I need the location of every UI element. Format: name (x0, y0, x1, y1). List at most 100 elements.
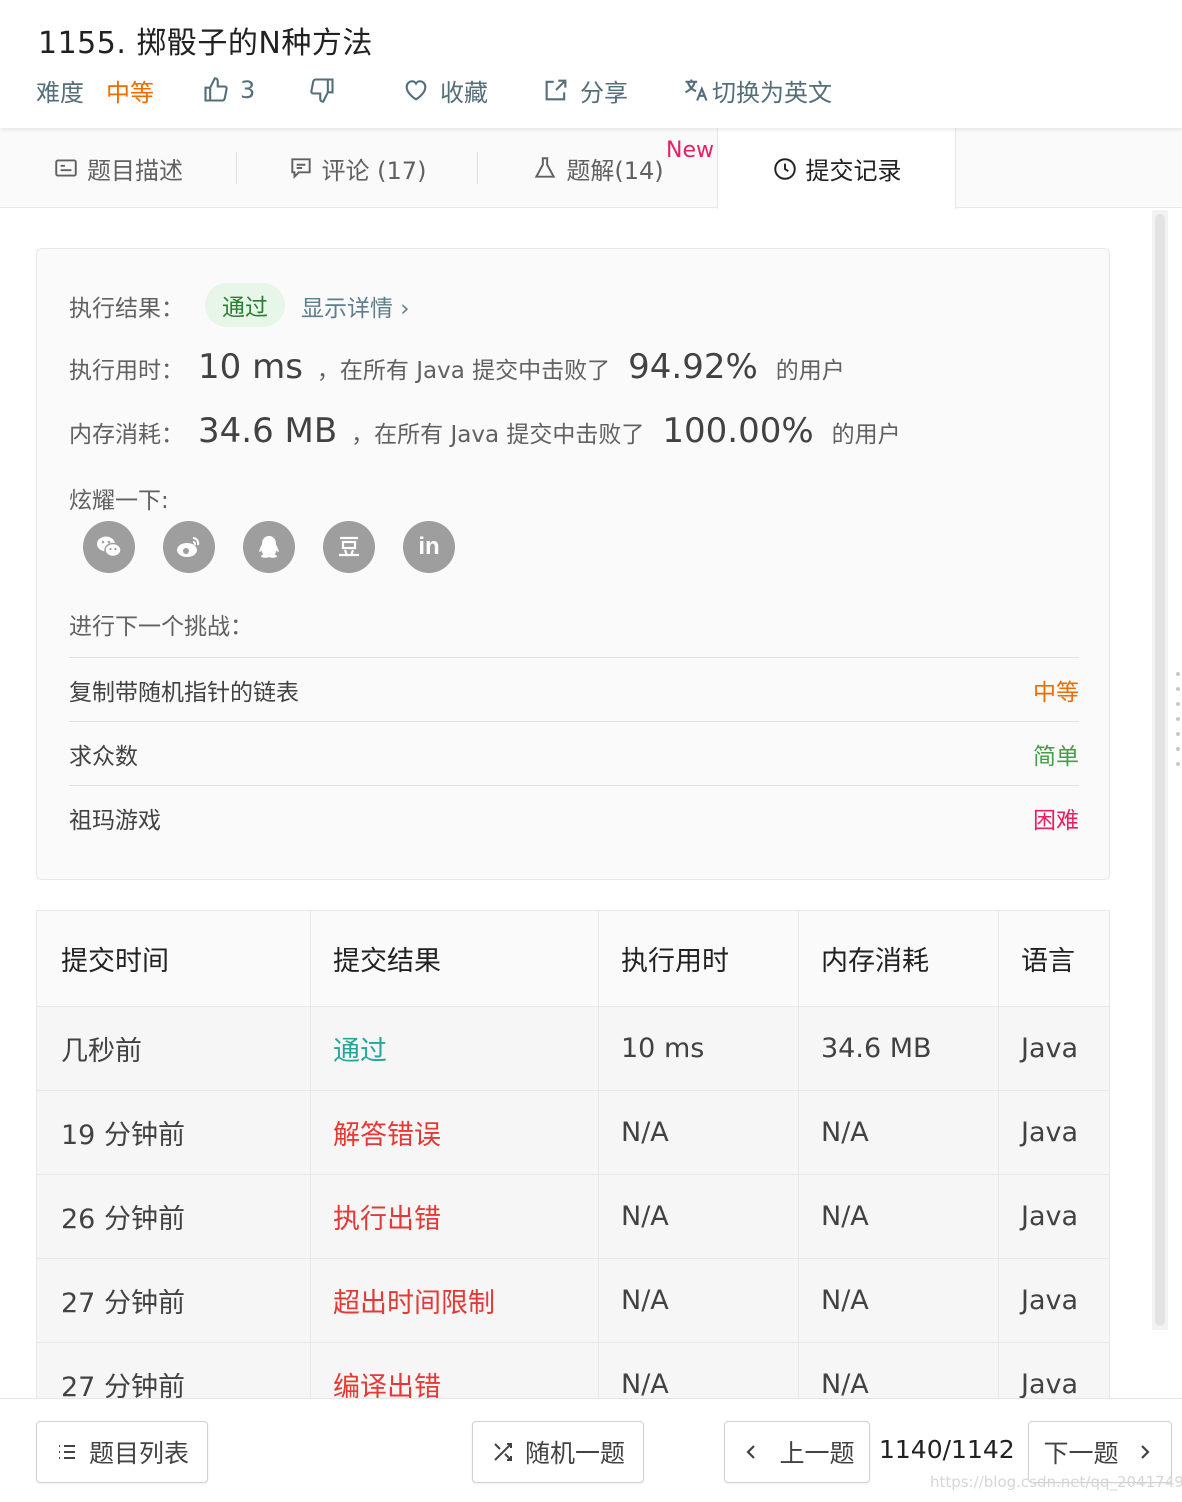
like-button[interactable]: 3 (202, 72, 255, 108)
runtime-suffix: 的用户 (775, 358, 845, 384)
status-badge: 通过 (205, 283, 285, 327)
submit-result-link[interactable]: 执行出错 (311, 1175, 599, 1258)
comment-icon (290, 158, 311, 180)
table-row: 26 分钟前 执行出错 N/A N/A Java (37, 1175, 1109, 1259)
previous-problem-label: 上一题 (779, 1439, 855, 1468)
table-header: 提交时间 提交结果 执行用时 内存消耗 语言 (37, 911, 1109, 1007)
tab-description[interactable]: 题目描述 (0, 128, 236, 208)
translate-icon (685, 79, 708, 101)
problem-list-label: 题目列表 (88, 1439, 189, 1468)
submit-result-link[interactable]: 解答错误 (311, 1091, 599, 1174)
dislike-button[interactable] (308, 72, 346, 108)
weibo-icon[interactable] (163, 521, 215, 573)
submit-language: Java (1021, 1285, 1079, 1316)
challenge-item[interactable]: 祖玛游戏 困难 (69, 785, 1079, 849)
thumbs-down-icon (310, 78, 334, 103)
header-submit-time: 提交时间 (37, 911, 311, 1006)
runtime-description: ，在所有 Java 提交中击败了 (316, 358, 611, 384)
table-row: 几秒前 通过 10 ms 34.6 MB Java (37, 1007, 1109, 1091)
problem-list-button[interactable]: 题目列表 (36, 1421, 208, 1483)
thumbs-up-icon (204, 77, 228, 102)
new-badge: New (666, 138, 714, 163)
challenge-level: 简单 (1033, 743, 1079, 770)
submit-memory: N/A (799, 1091, 999, 1174)
share-buttons: in (83, 521, 483, 573)
submit-result-link[interactable]: 超出时间限制 (311, 1259, 599, 1342)
switch-language-button[interactable]: 切换为英文 (682, 72, 832, 108)
next-problem-label: 下一题 (1043, 1439, 1119, 1468)
challenge-item[interactable]: 求众数 简单 (69, 721, 1079, 785)
share-label: 炫耀一下: (69, 488, 169, 514)
runtime-value: 10 ms (198, 347, 303, 387)
linkedin-icon[interactable]: in (403, 521, 455, 573)
problem-title: 1155. 掷骰子的N种方法 (38, 26, 373, 61)
share-icon (545, 79, 567, 101)
show-details-link[interactable]: 显示详情 › (301, 289, 410, 323)
memory-suffix: 的用户 (831, 422, 901, 448)
qq-icon[interactable] (243, 521, 295, 573)
runtime-label: 执行用时： (69, 358, 184, 384)
submit-memory: 34.6 MB (799, 1007, 999, 1090)
problem-header: 1155. 掷骰子的N种方法 难度 中等 3 收藏 分享 切换为英文 (0, 0, 1182, 128)
challenge-name: 复制带随机指针的链表 (69, 679, 299, 706)
favorite-label: 收藏 (440, 78, 488, 107)
table-row: 27 分钟前 超出时间限制 N/A N/A Java (37, 1259, 1109, 1343)
submit-time: 27 分钟前 (37, 1259, 311, 1342)
next-challenge-label: 进行下一个挑战： (69, 614, 253, 640)
problem-pager: 1140/1142 (879, 1435, 1015, 1464)
header-runtime: 执行用时 (599, 911, 799, 1006)
watermark: https://blog.csdn.net/qq_20417499 (930, 1473, 1182, 1491)
challenge-name: 祖玛游戏 (69, 807, 161, 834)
submit-result-link[interactable]: 通过 (311, 1007, 599, 1090)
tab-solutions-label: 题解(14) (566, 156, 664, 185)
challenge-level: 中等 (1033, 679, 1079, 706)
challenge-item[interactable]: 复制带随机指针的链表 中等 (69, 657, 1079, 721)
memory-label: 内存消耗： (69, 422, 184, 448)
header-language: 语言 (1021, 946, 1075, 977)
submissions-table: 提交时间 提交结果 执行用时 内存消耗 语言 几秒前 通过 10 ms 34.6… (36, 910, 1110, 1427)
problem-tabs: 题目描述 评论 (17) 题解(14) 提交记录 (0, 128, 1182, 209)
wechat-icon[interactable] (83, 521, 135, 573)
submit-runtime: N/A (599, 1259, 799, 1342)
shuffle-icon (494, 1443, 512, 1461)
submit-language: Java (1021, 1033, 1079, 1064)
submit-memory: N/A (799, 1259, 999, 1342)
submit-memory: N/A (799, 1175, 999, 1258)
clock-icon (773, 157, 796, 180)
tab-description-label: 题目描述 (87, 156, 183, 185)
difficulty: 难度 中等 (36, 72, 154, 108)
chevron-left-icon (746, 1445, 756, 1459)
table-row: 19 分钟前 解答错误 N/A N/A Java (37, 1091, 1109, 1175)
random-problem-button[interactable]: 随机一题 (472, 1421, 644, 1483)
heart-icon (405, 80, 427, 101)
tab-comments-label: 评论 (17) (321, 156, 427, 185)
favorite-button[interactable]: 收藏 (402, 72, 488, 108)
memory-description: ，在所有 Java 提交中击败了 (351, 422, 645, 448)
difficulty-value: 中等 (106, 78, 154, 107)
flask-icon (535, 157, 556, 178)
document-icon (55, 159, 77, 177)
memory-value: 34.6 MB (198, 411, 338, 451)
submit-time: 19 分钟前 (37, 1091, 311, 1174)
submit-language: Java (1021, 1201, 1079, 1232)
submit-runtime: N/A (599, 1091, 799, 1174)
bottom-toolbar: 题目列表 随机一题 上一题 1140/1142 下一题 https://blog… (0, 1398, 1182, 1502)
memory-percent: 100.00% (662, 411, 814, 451)
previous-problem-button[interactable]: 上一题 (724, 1421, 870, 1483)
runtime-percent: 94.92% (628, 347, 758, 387)
tab-submissions-label: 提交记录 (805, 157, 902, 185)
scrollbar-thumb[interactable] (1155, 214, 1165, 1326)
share-button[interactable]: 分享 (542, 72, 628, 108)
result-status-label: 执行结果： (69, 296, 184, 322)
tab-comments[interactable]: 评论 (17) (237, 128, 477, 208)
douban-icon[interactable] (323, 521, 375, 573)
switch-language-label: 切换为英文 (712, 78, 832, 107)
like-count: 3 (240, 76, 256, 104)
list-icon (58, 1445, 75, 1459)
challenge-name: 求众数 (69, 743, 138, 770)
submit-runtime: 10 ms (599, 1007, 799, 1090)
tab-submissions[interactable]: 提交记录 (717, 128, 956, 209)
result-card: 执行结果： 通过 显示详情 › 执行用时： 10 ms ，在所有 Java 提交… (36, 248, 1110, 880)
memory-stat: 内存消耗： 34.6 MB ，在所有 Java 提交中击败了 100.00% 的… (69, 411, 901, 451)
resize-handle[interactable] (1176, 672, 1182, 777)
